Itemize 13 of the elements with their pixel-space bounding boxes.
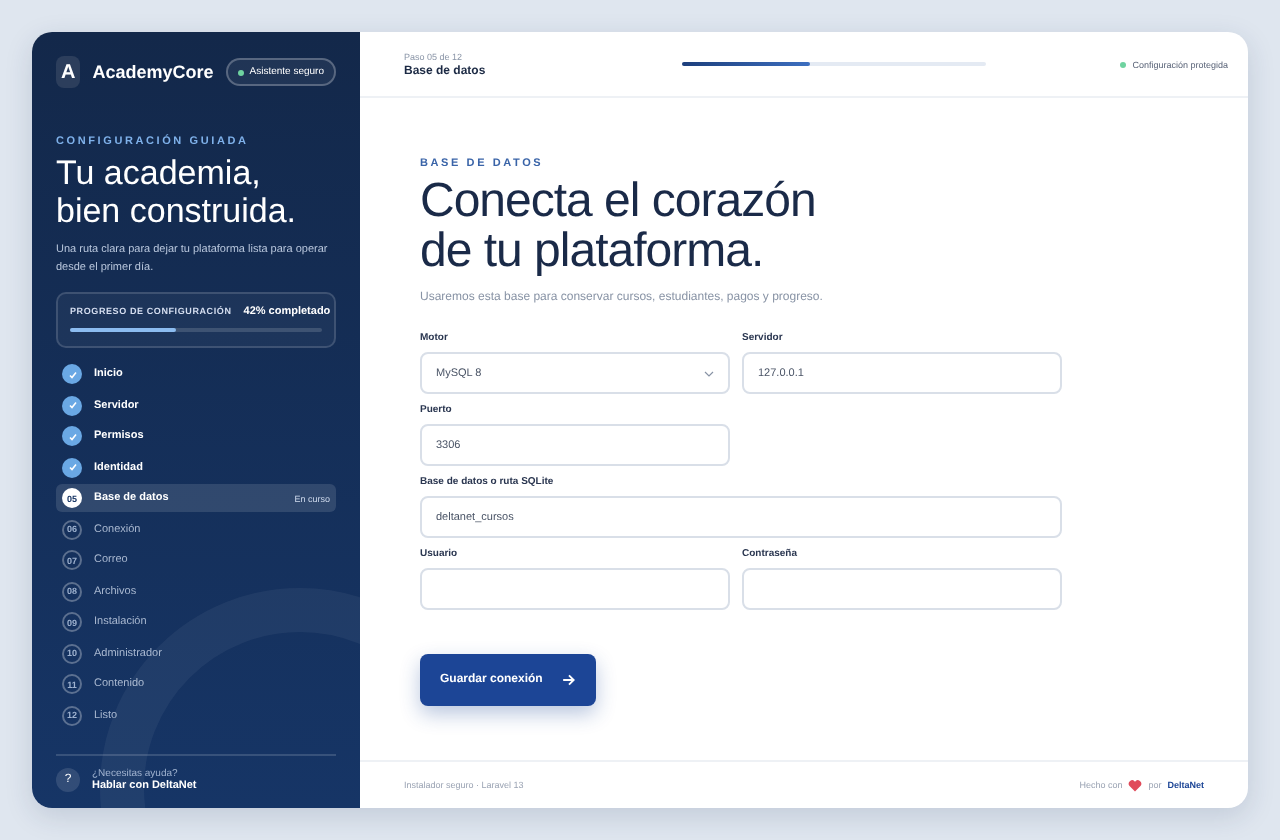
- check-icon: [62, 364, 82, 385]
- password-field[interactable]: [742, 568, 1062, 611]
- logo-icon: A: [56, 56, 81, 88]
- heart-icon: [1128, 779, 1143, 791]
- chevron-icon: [704, 369, 714, 378]
- check-icon: [62, 395, 82, 416]
- brand-name: AcademyCore: [92, 62, 214, 82]
- check-icon: [62, 457, 82, 478]
- input-field[interactable]: [420, 568, 730, 611]
- page-title: Conecta el corazón de tu plataforma.: [420, 178, 818, 277]
- sidebar-title: Tu academia, bien construida.: [56, 156, 299, 231]
- check-icon: [62, 426, 82, 447]
- arrow-right-icon: [562, 674, 577, 687]
